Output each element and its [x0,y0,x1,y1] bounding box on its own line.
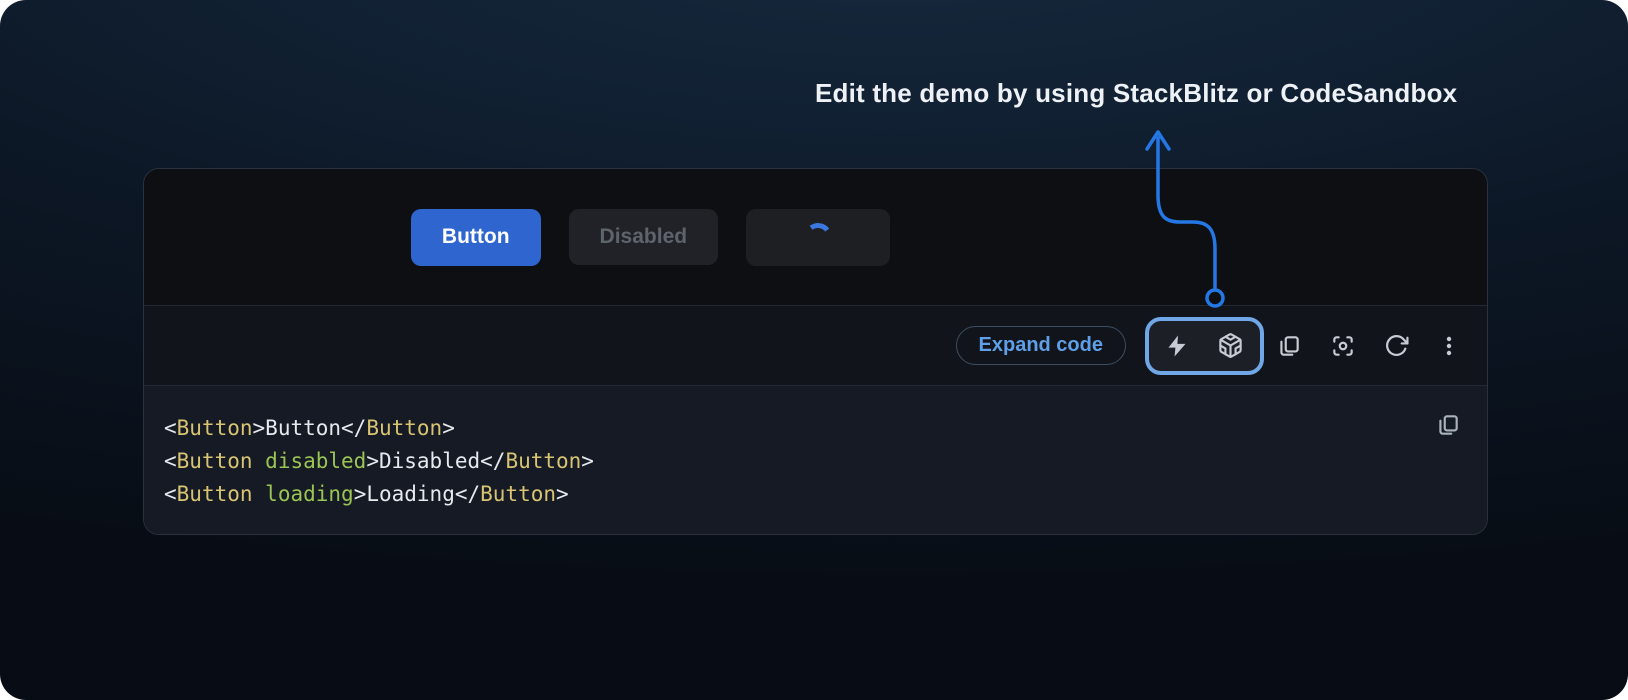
code-token: > [581,449,594,473]
copy-snippet-button[interactable] [1435,412,1461,438]
code-token: Button [480,482,556,506]
code-line: <Button loading>Loading</Button> [164,478,1463,511]
code-token: > [354,482,367,506]
code-token: </ [455,482,480,506]
toolbar-tail-icons [1276,333,1461,359]
code-token: Button [265,416,341,440]
code-token: > [556,482,569,506]
code-token [253,449,266,473]
more-actions-button[interactable] [1437,333,1461,359]
code-token: > [366,449,379,473]
code-token: < [164,482,177,506]
code-token: Button [366,416,442,440]
codesandbox-button[interactable] [1217,332,1244,359]
copy-icon [1435,412,1461,438]
expand-code-button[interactable]: Expand code [956,326,1126,365]
copy-icon [1276,333,1302,359]
code-token: disabled [265,449,366,473]
code-token: </ [480,449,505,473]
stackblitz-button[interactable] [1165,333,1189,359]
code-token: < [164,416,177,440]
focus-scan-icon [1330,333,1356,359]
code-token: Disabled [379,449,480,473]
code-token: < [164,449,177,473]
demo-toolbar: Expand code [144,305,1487,386]
code-token: > [253,416,266,440]
stackblitz-bolt-icon [1165,333,1189,359]
code-content: <Button>Button</Button><Button disabled>… [164,412,1463,511]
snippet-focus-button[interactable] [1330,333,1356,359]
editor-icons-highlight-ring [1145,317,1264,375]
code-token: Button [177,416,253,440]
code-token: loading [265,482,354,506]
code-line: <Button>Button</Button> [164,412,1463,445]
demo-preview-area: Button Disabled [144,169,1487,305]
code-token: > [442,416,455,440]
disabled-button: Disabled [569,209,719,265]
callout-arrow [1130,118,1240,314]
copy-code-button[interactable] [1276,333,1302,359]
page-background: Edit the demo by using StackBlitz or Cod… [0,0,1628,700]
code-token [253,482,266,506]
code-line: <Button disabled>Disabled</Button> [164,445,1463,478]
loading-button[interactable] [746,209,890,266]
code-token: Button [177,449,253,473]
code-token: Button [177,482,253,506]
code-block: <Button>Button</Button><Button disabled>… [144,386,1487,534]
loading-spinner-icon [802,221,834,253]
caption-text: Edit the demo by using StackBlitz or Cod… [815,78,1457,109]
refresh-icon [1384,333,1409,358]
codesandbox-cube-icon [1217,332,1244,359]
primary-button[interactable]: Button [411,209,541,266]
code-token: Button [505,449,581,473]
demo-card: Button Disabled Expand code [143,168,1488,535]
more-vertical-icon [1437,333,1461,359]
refresh-demo-button[interactable] [1384,333,1409,358]
code-token: </ [341,416,366,440]
code-token: Loading [366,482,455,506]
